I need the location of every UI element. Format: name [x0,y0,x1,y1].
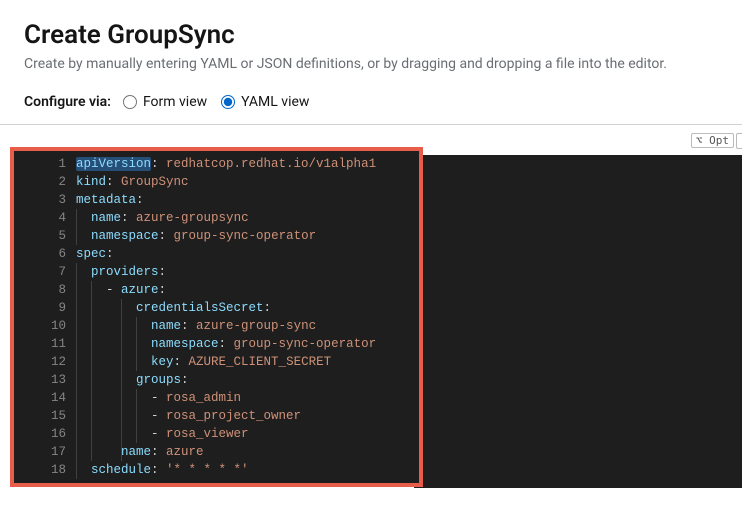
line-number: 2 [14,173,66,191]
line-number: 3 [14,191,66,209]
line-number: 10 [14,317,66,335]
configure-via-row: Configure via: Form view YAML view [0,84,742,125]
yaml-editor[interactable]: 1 2 3 4 5 6 7 8 9 10 11 12 13 14 15 16 1… [14,151,419,483]
view-radio-group: Form view YAML view [123,94,309,110]
yaml-view-radio[interactable] [221,95,235,109]
form-view-label[interactable]: Form view [143,94,207,110]
yaml-view-option[interactable]: YAML view [221,94,309,110]
page-header: Create GroupSync Create by manually ente… [0,0,742,84]
code-line[interactable]: metadata: [76,191,419,209]
code-line[interactable]: spec: [76,245,419,263]
line-number: 16 [14,425,66,443]
code-line[interactable]: name: azure [76,443,419,461]
form-view-option[interactable]: Form view [123,94,207,110]
line-number: 11 [14,335,66,353]
page-subtitle: Create by manually entering YAML or JSON… [24,56,718,72]
code-line[interactable]: credentialsSecret: [76,299,419,317]
line-number: 13 [14,371,66,389]
code-line[interactable]: - rosa_admin [76,389,419,407]
line-number: 9 [14,299,66,317]
line-number: 7 [14,263,66,281]
opt-button[interactable]: ⌥ Opt [691,133,734,148]
form-view-radio[interactable] [123,95,137,109]
code-line[interactable]: schedule: '* * * * *' [76,461,419,479]
line-number: 15 [14,407,66,425]
line-number: 4 [14,209,66,227]
code-line[interactable]: namespace: group-sync-operator [76,227,419,245]
opt-button-partial[interactable] [736,133,742,149]
code-line[interactable]: key: AZURE_CLIENT_SECRET [76,353,419,371]
line-number: 6 [14,245,66,263]
code-line[interactable]: - azure: [76,281,419,299]
annotation-highlight-box: 1 2 3 4 5 6 7 8 9 10 11 12 13 14 15 16 1… [10,147,423,487]
code-line[interactable]: apiVersion: redhatcop.redhat.io/v1alpha1 [76,155,419,173]
line-number: 18 [14,461,66,479]
line-number: 1 [14,155,66,173]
yaml-view-label[interactable]: YAML view [241,94,309,110]
code-line[interactable]: namespace: group-sync-operator [76,335,419,353]
editor-area: ⌥ Opt 1 2 3 4 5 6 7 8 9 10 11 12 13 14 1… [0,125,742,487]
code-line[interactable]: name: azure-group-sync [76,317,419,335]
line-number: 17 [14,443,66,461]
code-line[interactable]: name: azure-groupsync [76,209,419,227]
code-content[interactable]: apiVersion: redhatcop.redhat.io/v1alpha1… [76,155,419,479]
editor-background-extension [414,155,742,488]
code-line[interactable]: - rosa_project_owner [76,407,419,425]
page-title: Create GroupSync [24,20,718,50]
code-line[interactable]: kind: GroupSync [76,173,419,191]
line-number: 14 [14,389,66,407]
line-number-gutter: 1 2 3 4 5 6 7 8 9 10 11 12 13 14 15 16 1… [14,155,76,479]
line-number: 12 [14,353,66,371]
line-number: 5 [14,227,66,245]
code-line[interactable]: providers: [76,263,419,281]
code-line[interactable]: groups: [76,371,419,389]
code-line[interactable]: - rosa_viewer [76,425,419,443]
configure-via-label: Configure via: [24,94,111,110]
line-number: 8 [14,281,66,299]
